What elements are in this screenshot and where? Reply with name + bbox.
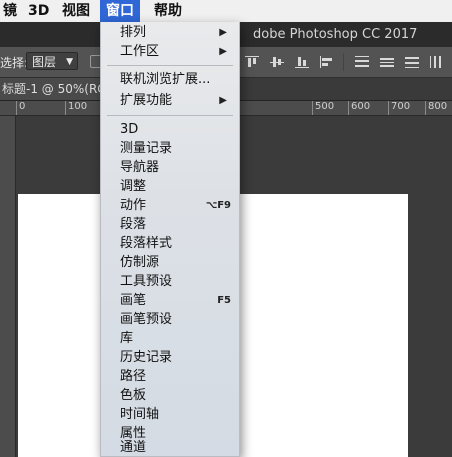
menu-bar: 镜 3D 视图 窗口 帮助 (0, 0, 452, 23)
menu-item-label: 工具预设 (120, 274, 173, 289)
menu-item-paragraph-styles[interactable]: 段落样式 (101, 235, 239, 253)
auto-select-value: 图层 (32, 55, 57, 69)
menu-view[interactable]: 视图 (56, 0, 96, 22)
menu-item-label: 动作 (120, 198, 147, 213)
distribute-vcenter-icon[interactable] (380, 56, 394, 68)
ruler-label: 0 (16, 101, 25, 115)
menu-item-actions[interactable]: 动作 ⌥F9 (101, 197, 239, 215)
shortcut-label: F5 (217, 295, 231, 306)
submenu-arrow-icon: ▶ (219, 46, 227, 57)
menu-filter-partial[interactable]: 镜 (0, 0, 23, 22)
menu-item-label: 调整 (120, 179, 147, 194)
vertical-ruler (0, 116, 16, 457)
align-left-icon[interactable] (320, 56, 334, 68)
menu-item-label: 工作区 (120, 44, 160, 59)
menu-item-label: 段落样式 (120, 236, 173, 251)
menu-item-brush[interactable]: 画笔 F5 (101, 292, 239, 310)
menu-item-label: 仿制源 (120, 255, 160, 270)
menu-item-label: 段落 (120, 217, 147, 232)
menu-item-label: 时间轴 (120, 407, 160, 422)
menu-item-label: 历史记录 (120, 350, 173, 365)
ruler-label: 700 (388, 101, 410, 115)
align-top-icon[interactable] (245, 56, 259, 68)
distribute-bottom-icon[interactable] (405, 56, 419, 68)
align-bottom-icon[interactable] (295, 56, 309, 68)
menu-item-adjustments[interactable]: 调整 (101, 178, 239, 196)
distribute-top-icon[interactable] (355, 56, 369, 68)
menu-item-extensions[interactable]: 扩展功能 ▶ (101, 92, 239, 110)
submenu-arrow-icon: ▶ (219, 27, 227, 38)
menu-item-label: 画笔 (120, 293, 147, 308)
menu-3d[interactable]: 3D (22, 0, 55, 22)
toolbar-divider (343, 53, 344, 71)
menu-item-3d[interactable]: 3D (101, 121, 239, 139)
menu-divider (107, 115, 233, 116)
menu-item-label: 路径 (120, 369, 147, 384)
distribute-left-icon[interactable] (430, 56, 444, 68)
menu-item-channels[interactable]: 通道 (101, 439, 239, 457)
menu-item-label: 3D (120, 122, 139, 137)
menu-item-browse-extensions[interactable]: 联机浏览扩展... (101, 71, 239, 89)
chevron-down-icon: ▼ (66, 57, 73, 67)
auto-select-dropdown[interactable]: 图层 ▼ (26, 52, 78, 70)
menu-item-tool-presets[interactable]: 工具预设 (101, 273, 239, 291)
ruler-label: 600 (348, 101, 370, 115)
menu-help[interactable]: 帮助 (148, 0, 188, 22)
menu-item-navigator[interactable]: 导航器 (101, 159, 239, 177)
menu-item-label: 色板 (120, 388, 147, 403)
app-title: dobe Photoshop CC 2017 (253, 27, 418, 42)
ruler-label: 500 (312, 101, 334, 115)
menu-item-history[interactable]: 历史记录 (101, 349, 239, 367)
menu-item-timeline[interactable]: 时间轴 (101, 406, 239, 424)
menu-item-label: 扩展功能 (120, 93, 173, 108)
menu-item-measurement-log[interactable]: 测量记录 (101, 140, 239, 158)
window-menu-dropdown: 排列 ▶ 工作区 ▶ 联机浏览扩展... 扩展功能 ▶ 3D 测量记录 导航器 … (100, 22, 240, 457)
ruler-label: 100 (65, 101, 87, 115)
menu-item-brush-presets[interactable]: 画笔预设 (101, 311, 239, 329)
menu-item-label: 画笔预设 (120, 312, 173, 327)
shortcut-label: ⌥F9 (205, 200, 231, 211)
menu-item-label: 排列 (120, 25, 147, 40)
auto-select-label: 选择: (0, 56, 29, 70)
menu-divider (107, 65, 233, 66)
menu-item-label: 测量记录 (120, 141, 173, 156)
menu-item-label: 通道 (120, 440, 147, 455)
menu-item-libraries[interactable]: 库 (101, 330, 239, 348)
ruler-label: 800 (425, 101, 447, 115)
menu-item-clone-source[interactable]: 仿制源 (101, 254, 239, 272)
menu-item-paragraph[interactable]: 段落 (101, 216, 239, 234)
menu-item-workspace[interactable]: 工作区 ▶ (101, 43, 239, 61)
menu-item-label: 库 (120, 331, 134, 346)
menu-item-arrange[interactable]: 排列 ▶ (101, 24, 239, 42)
align-vcenter-icon[interactable] (270, 56, 284, 68)
menu-window[interactable]: 窗口 (100, 0, 140, 22)
submenu-arrow-icon: ▶ (219, 95, 227, 106)
menu-item-paths[interactable]: 路径 (101, 368, 239, 386)
menu-item-swatches[interactable]: 色板 (101, 387, 239, 405)
menu-item-label: 联机浏览扩展... (120, 72, 211, 87)
menu-item-label: 导航器 (120, 160, 160, 175)
